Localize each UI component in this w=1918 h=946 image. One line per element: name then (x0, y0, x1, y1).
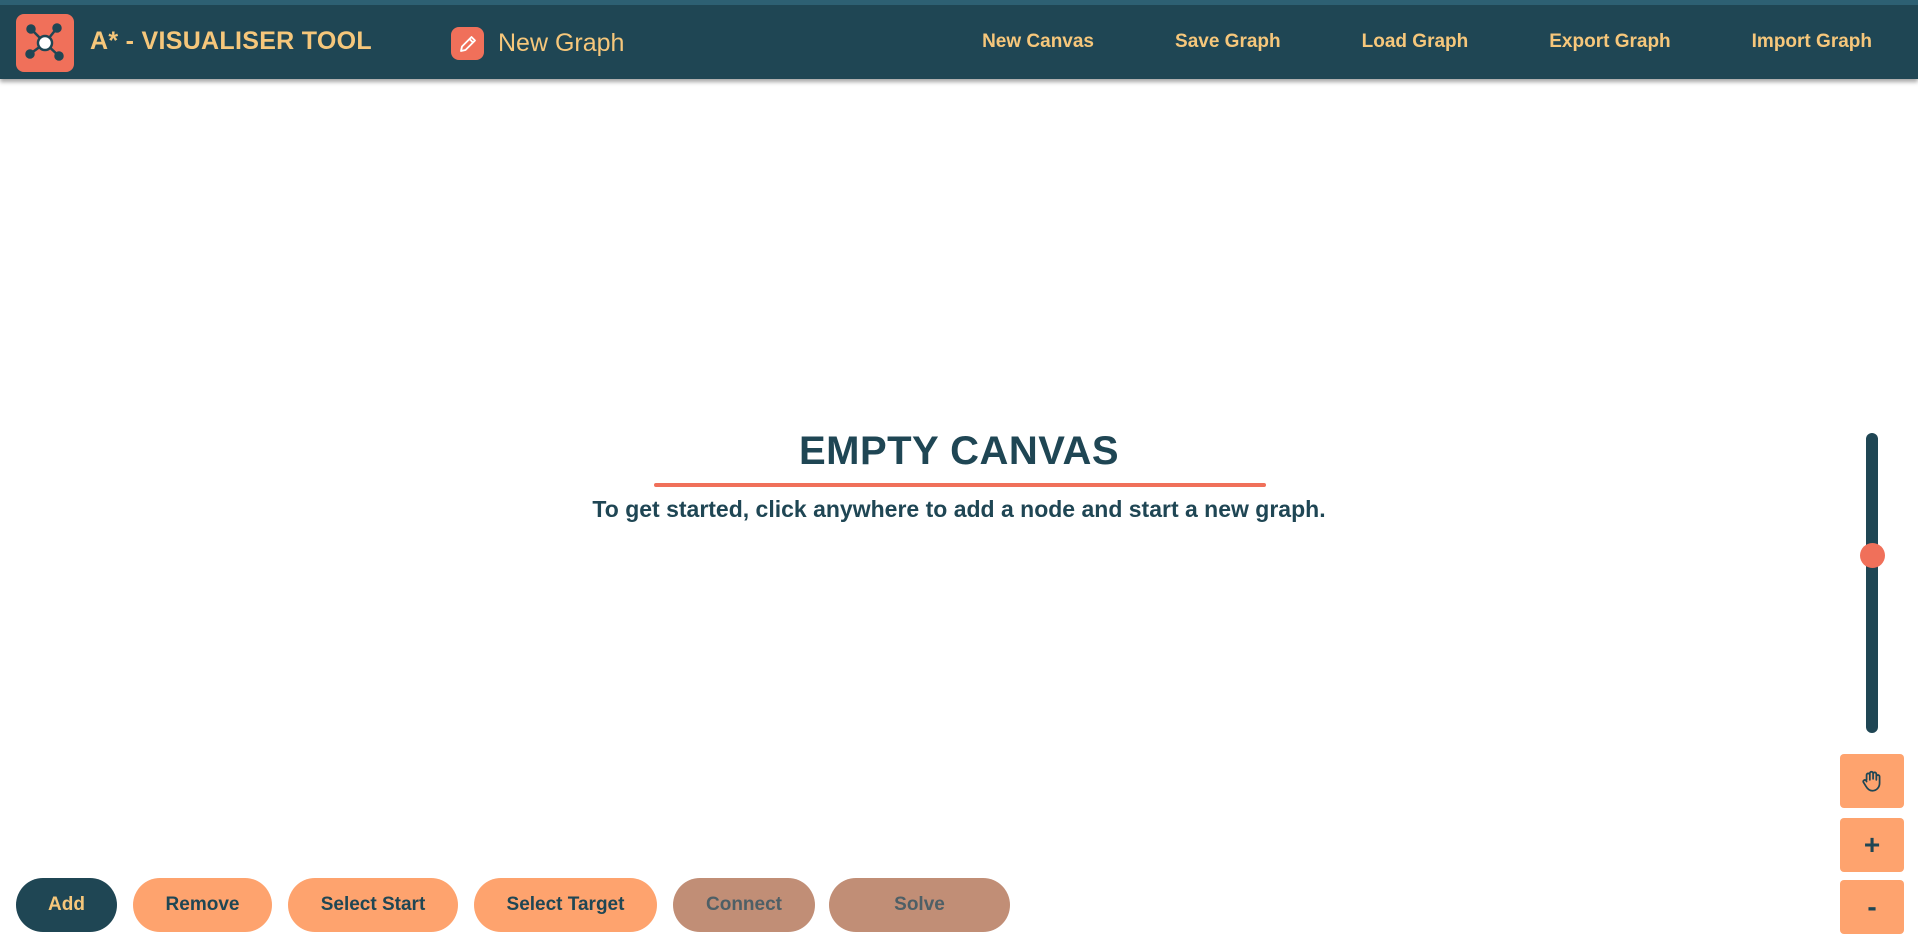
nav-save-graph[interactable]: Save Graph (1175, 31, 1281, 53)
empty-canvas-title: EMPTY CANVAS (798, 429, 1120, 473)
zoom-out-button[interactable]: - (1840, 880, 1904, 934)
solve-button[interactable]: Solve (829, 878, 1010, 932)
zoom-slider-thumb[interactable] (1860, 543, 1885, 568)
pan-button[interactable] (1840, 754, 1904, 808)
select-target-button[interactable]: Select Target (474, 878, 657, 932)
nav-load-graph[interactable]: Load Graph (1362, 31, 1469, 53)
nav-new-canvas[interactable]: New Canvas (982, 31, 1094, 53)
zoom-in-button[interactable]: + (1840, 818, 1904, 872)
nav-export-graph[interactable]: Export Graph (1549, 31, 1670, 53)
app-title: A* - VISUALISER TOOL (90, 27, 372, 55)
add-button[interactable]: Add (16, 878, 117, 932)
nav-import-graph[interactable]: Import Graph (1752, 31, 1872, 53)
graph-name-editor[interactable]: New Graph (451, 27, 624, 60)
connect-button[interactable]: Connect (673, 878, 815, 932)
graph-network-icon (25, 23, 64, 61)
zoom-slider-track[interactable] (1866, 433, 1878, 733)
top-navbar: A* - VISUALISER TOOL New Graph New Canva… (0, 0, 1918, 79)
select-start-button[interactable]: Select Start (288, 878, 458, 932)
remove-button[interactable]: Remove (133, 878, 272, 932)
main-nav: New Canvas Save Graph Load Graph Export … (982, 5, 1918, 79)
hand-icon (1862, 771, 1881, 792)
empty-canvas-subtitle: To get started, click anywhere to add a … (592, 496, 1326, 522)
pencil-icon[interactable] (451, 27, 484, 60)
graph-name-label: New Graph (498, 29, 625, 57)
app-logo[interactable] (16, 14, 74, 72)
title-underline (654, 483, 1266, 487)
